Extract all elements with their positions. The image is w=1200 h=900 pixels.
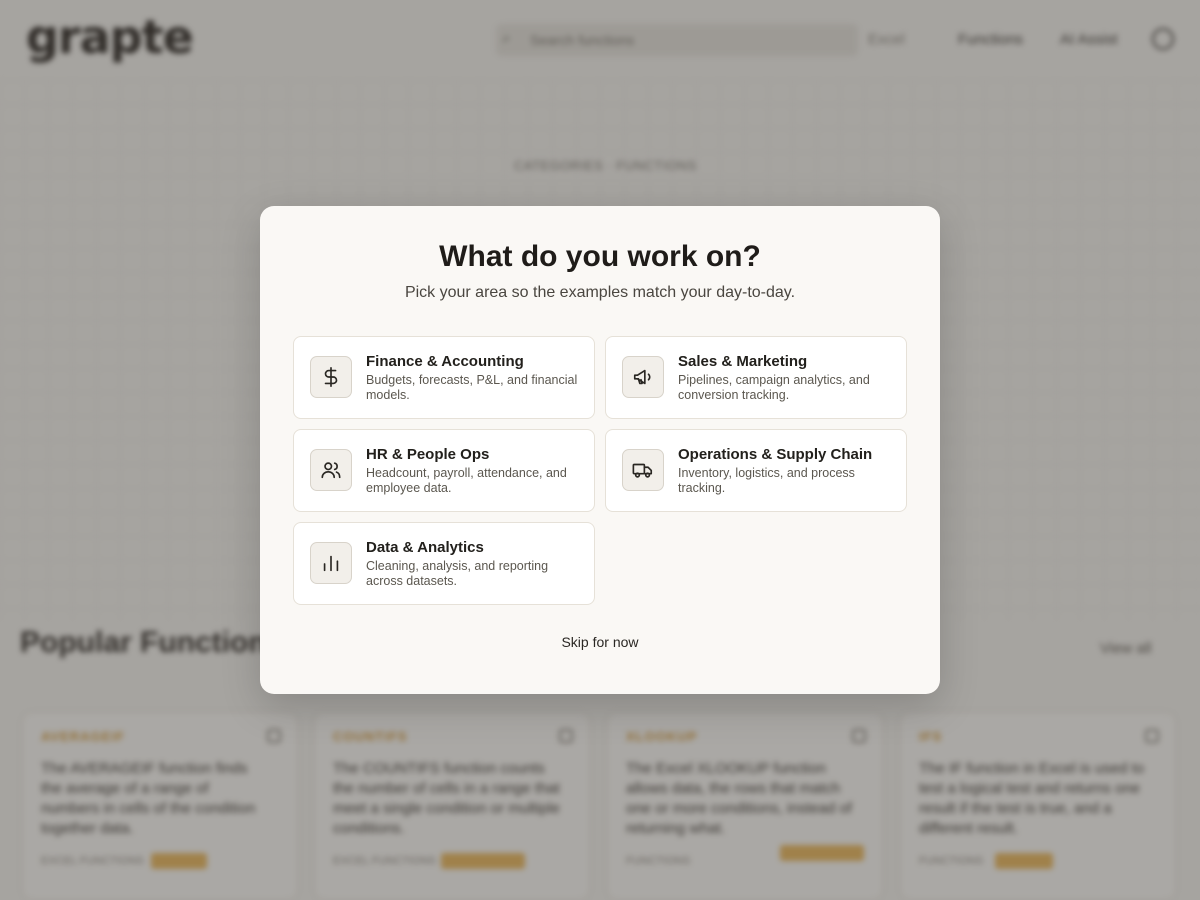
option-title: Finance & Accounting	[366, 353, 524, 370]
dollar-icon	[310, 356, 352, 398]
option-finance-accounting[interactable]: Finance & Accounting Budgets, forecasts,…	[293, 336, 595, 419]
truck-icon	[622, 449, 664, 491]
modal-subtitle: Pick your area so the examples match you…	[404, 284, 796, 301]
option-title: Sales & Marketing	[678, 353, 808, 370]
skip-button[interactable]: Skip for now	[550, 634, 650, 650]
option-description: Inventory, logistics, and process tracki…	[678, 466, 855, 495]
bar-chart-icon	[310, 542, 352, 584]
modal-title: What do you work on?	[439, 240, 761, 273]
option-title: HR & People Ops	[366, 446, 490, 463]
option-data-analytics[interactable]: Data & Analytics Cleaning, analysis, and…	[293, 522, 595, 605]
megaphone-icon	[622, 356, 664, 398]
option-title: Operations & Supply Chain	[678, 446, 873, 463]
option-description: Headcount, payroll, attendance, and empl…	[366, 466, 567, 495]
onboarding-modal: What do you work on? Pick your area so t…	[260, 206, 940, 694]
option-title: Data & Analytics	[366, 539, 484, 556]
option-description: Cleaning, analysis, and reporting across…	[366, 559, 549, 588]
option-hr-people-ops[interactable]: HR & People Ops Headcount, payroll, atte…	[293, 429, 595, 512]
option-description: Pipelines, campaign analytics, and conve…	[678, 373, 870, 402]
option-description: Budgets, forecasts, P&L, and financial m…	[366, 373, 578, 402]
option-operations-supply-chain[interactable]: Operations & Supply Chain Inventory, log…	[605, 429, 907, 512]
option-sales-marketing[interactable]: Sales & Marketing Pipelines, campaign an…	[605, 336, 907, 419]
users-icon	[310, 449, 352, 491]
